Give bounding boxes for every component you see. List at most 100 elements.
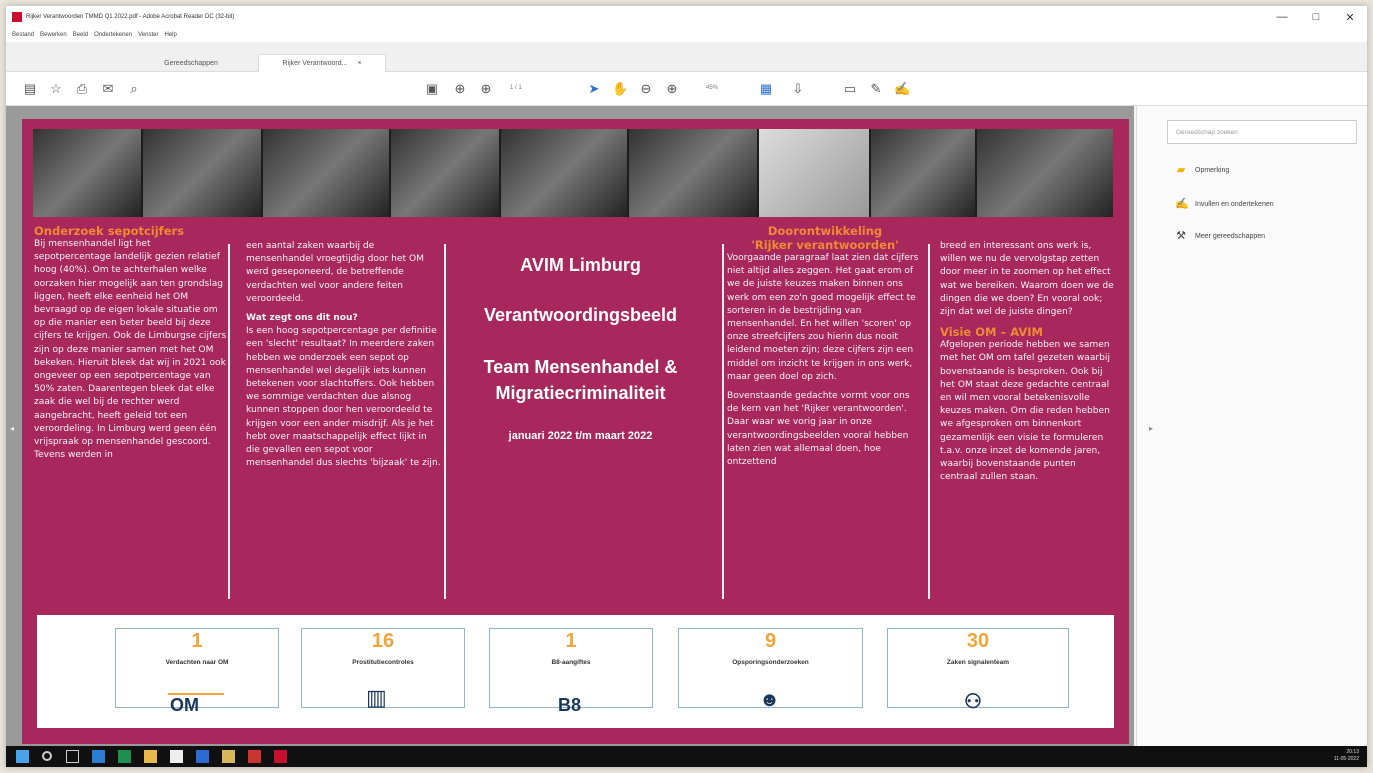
comment-tool-icon[interactable]: ▭ — [842, 81, 858, 97]
search-icon[interactable] — [42, 751, 52, 761]
menu-bestand[interactable]: Bestand — [12, 32, 34, 38]
select-cursor-icon[interactable]: ➤ — [586, 81, 602, 97]
photo-image — [501, 129, 629, 217]
team-network-icon: ⚇ — [964, 691, 982, 713]
app-icon[interactable] — [248, 750, 261, 763]
stat-opsporingsonderzoeken: 9 Opsporingsonderzoeken ☻ — [678, 628, 863, 711]
stat-label: Prostitutiecontroles — [352, 659, 414, 666]
title-team: Team Mensenhandel & Migratiecriminalitei… — [483, 357, 678, 403]
menu-ondertekenen[interactable]: Ondertekenen — [94, 32, 132, 38]
tab-document-label: Rijker Verantwoord... — [282, 60, 348, 67]
zoom-out-icon[interactable]: ⊖ — [638, 81, 654, 97]
window-title: Rijker Verantwoorden TMMD Q1 2022.pdf - … — [26, 14, 235, 20]
menu-beeld[interactable]: Beeld — [73, 32, 88, 38]
paragraph: Bovenstaande gedachte vormt voor ons de … — [727, 391, 910, 468]
column-sepotcijfers: Onderzoek sepotcijfers Bij mensenhandel … — [34, 224, 230, 609]
collapse-pane-icon[interactable]: ▸ — [1149, 424, 1153, 433]
acrobat-logo-icon — [12, 12, 22, 22]
excel-icon[interactable] — [118, 750, 131, 763]
tool-label: Opmerking — [1195, 166, 1230, 174]
heading-rijker-verantwoorden: 'Rijker verantwoorden' — [751, 238, 899, 252]
comment-icon: ▰ — [1176, 164, 1186, 176]
tool-invullen-ondertekenen[interactable]: ✍ Invullen en ondertekenen — [1175, 198, 1274, 210]
stats-bar: 1 Verdachten naar OM OM 16 Prostitutieco… — [37, 615, 1114, 728]
toolbar: ▤ ☆ ⎙ ✉ ⌕ ▣ ⊕ ⊕ 1 / 1 ➤ ✋ ⊖ ⊕ 45% ▦ ⇩ ▭ … — [6, 72, 1367, 106]
stat-value: 1 — [565, 630, 577, 652]
window-figure-icon: ▥ — [366, 685, 387, 710]
tools-icon: ⚒ — [1176, 230, 1186, 242]
bookmark-star-icon[interactable]: ☆ — [48, 81, 64, 97]
title-verantwoordingsbeeld: Verantwoordingsbeeld — [483, 305, 678, 325]
outlook-icon[interactable] — [92, 750, 105, 763]
save-icon[interactable]: ▤ — [22, 81, 38, 97]
acrobat-taskbar-icon[interactable] — [274, 750, 287, 763]
subheading-wat-zegt-ons: Wat zegt ons dit nou? — [246, 313, 358, 324]
photo-strip — [33, 129, 1113, 217]
divider — [228, 244, 230, 599]
page-up-icon[interactable]: ⊕ — [452, 81, 468, 97]
signature-tool-icon[interactable]: ✍ — [894, 81, 910, 97]
stat-label: Verdachten naar OM — [165, 659, 229, 666]
zoom-in-icon[interactable]: ⊕ — [664, 81, 680, 97]
hand-tool-icon[interactable]: ✋ — [612, 81, 628, 97]
column-visie: breed en interessant ons werk is, willen… — [940, 240, 1116, 605]
page-down-icon[interactable]: ⊕ — [478, 81, 494, 97]
system-clock[interactable]: 20:13 11-05-2022 — [1334, 749, 1359, 763]
left-panel-toggle-icon[interactable]: ◂ — [10, 424, 14, 433]
stat-signalenteam: 30 Zaken signalenteam ⚇ — [887, 628, 1069, 713]
tool-label: Invullen en ondertekenen — [1195, 200, 1274, 208]
clock-date: 11-05-2022 — [1333, 756, 1359, 762]
tab-document[interactable]: Rijker Verantwoord... × — [258, 54, 386, 72]
paragraph: een aantal zaken waarbij de mensenhandel… — [246, 241, 424, 304]
stat-label: Zaken signalenteam — [946, 659, 1010, 666]
fit-page-icon[interactable]: ▦ — [758, 81, 774, 97]
column-wat-zegt-ons: een aantal zaken waarbij de mensenhandel… — [246, 240, 442, 605]
stat-value: 1 — [191, 630, 203, 652]
photo-image — [977, 129, 1113, 217]
app-icon[interactable] — [170, 750, 183, 763]
tools-pane: Gereedschap zoeken ▰ Opmerking ✍ Invulle… — [1136, 106, 1367, 746]
tool-opmerking[interactable]: ▰ Opmerking — [1175, 164, 1229, 176]
page-indicator[interactable]: 1 / 1 — [510, 85, 522, 91]
menu-help[interactable]: Help — [164, 32, 176, 38]
highlight-pen-icon[interactable]: ✎ — [868, 81, 884, 97]
paragraph: Voorgaande paragraaf laat zien dat cijfe… — [727, 253, 919, 382]
photo-image — [759, 129, 871, 217]
photo-image — [629, 129, 759, 217]
zoom-level-select[interactable]: 45% — [706, 85, 718, 91]
menu-venster[interactable]: Venster — [138, 32, 158, 38]
heading-onderzoek-sepotcijfers: Onderzoek sepotcijfers — [34, 224, 185, 238]
app-icon[interactable] — [222, 750, 235, 763]
stat-label: Opsporingsonderzoeken — [732, 659, 809, 666]
om-logo-icon: OM — [170, 695, 199, 715]
maximize-button[interactable]: □ — [1299, 6, 1333, 28]
minimize-button[interactable]: — — [1265, 6, 1299, 28]
police-officer-icon: ☻ — [759, 689, 781, 711]
heading-visie-om-avim: Visie OM – AVIM — [940, 325, 1043, 340]
document-viewport[interactable]: ◂ Onderzoek sepotcijfers Bij mensenhande… — [6, 106, 1134, 746]
menu-bewerken[interactable]: Bewerken — [40, 32, 67, 38]
start-icon[interactable] — [16, 750, 29, 763]
stat-prostitutiecontroles: 16 Prostitutiecontroles ▥ — [301, 628, 465, 710]
photo-image — [33, 129, 143, 217]
scroll-mode-icon[interactable]: ⇩ — [790, 81, 806, 97]
print-icon[interactable]: ⎙ — [74, 81, 90, 97]
search-icon[interactable]: ⌕ — [126, 81, 142, 97]
task-view-icon[interactable] — [66, 750, 79, 763]
close-button[interactable]: ✕ — [1333, 6, 1367, 28]
title-block: AVIM Limburg Verantwoordingsbeeld Team M… — [439, 254, 722, 442]
divider — [928, 244, 930, 599]
paragraph: Afgelopen periode hebben we samen met he… — [940, 340, 1110, 483]
b8-logo-icon: B8 — [558, 695, 582, 715]
mail-icon[interactable]: ✉ — [100, 81, 116, 97]
tool-search-input[interactable]: Gereedschap zoeken — [1167, 120, 1357, 144]
sign-icon: ✍ — [1175, 198, 1189, 210]
app-icon[interactable] — [196, 750, 209, 763]
tool-meer-gereedschappen[interactable]: ⚒ Meer gereedschappen — [1175, 230, 1265, 242]
stat-verdachten: 1 Verdachten naar OM OM — [115, 628, 279, 715]
file-explorer-icon[interactable] — [144, 750, 157, 763]
photo-image — [143, 129, 263, 217]
tab-close-icon[interactable]: × — [357, 60, 361, 67]
tab-gereedschappen[interactable]: Gereedschappen — [136, 54, 246, 72]
clipboard-icon[interactable]: ▣ — [424, 81, 440, 97]
